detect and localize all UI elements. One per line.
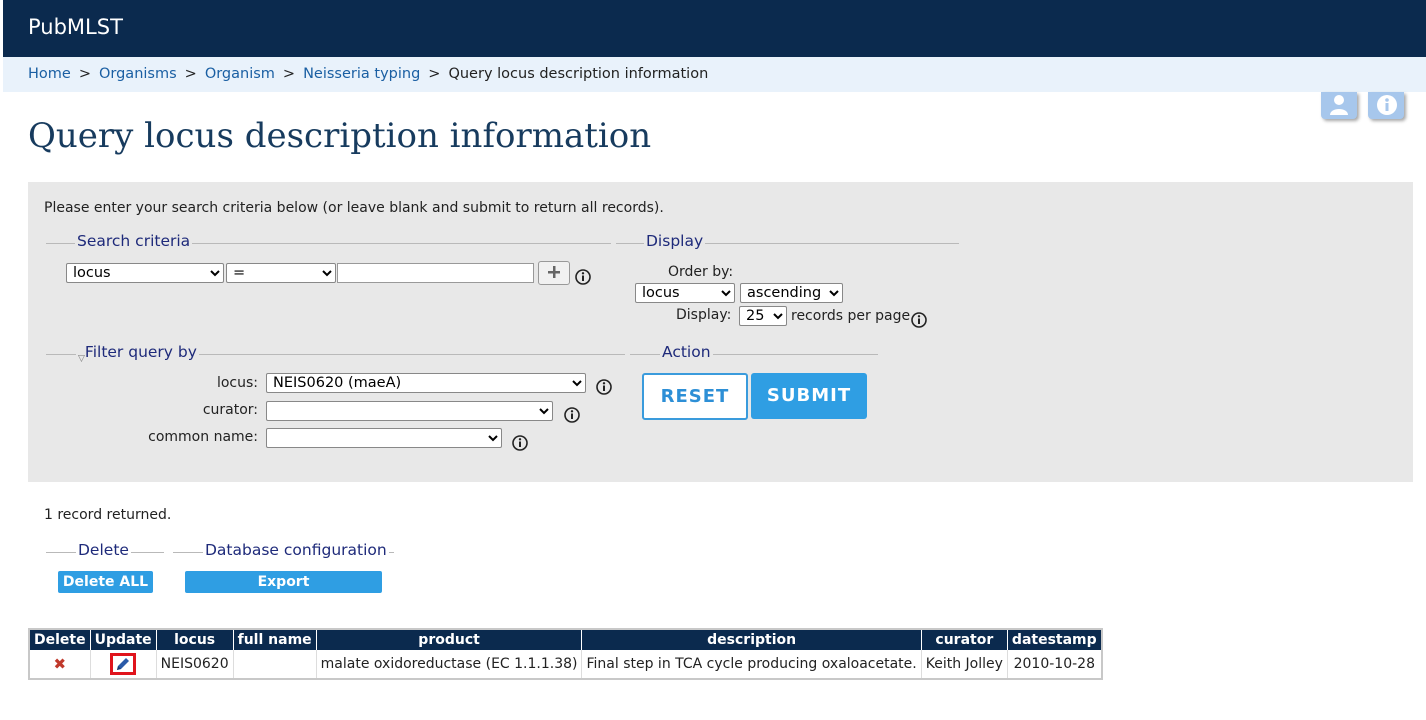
records-per-page-label: records per page [791, 308, 911, 324]
user-icon-button[interactable] [1321, 92, 1357, 119]
datestamp-cell: 2010-10-28 [1006, 650, 1102, 679]
delete-icon[interactable]: ✖ [54, 655, 67, 673]
filter-locus-select[interactable]: NEIS0620 (maeA) [266, 373, 586, 393]
order-by-label: Order by: [668, 264, 734, 280]
collapse-triangle-icon: ▽ [78, 354, 85, 364]
column-header-full-name[interactable]: full name [232, 629, 317, 650]
pencil-edit-icon [117, 658, 130, 670]
sort-direction-select[interactable]: ascending [740, 283, 843, 303]
breadcrumb-neisseria-typing[interactable]: Neisseria typing [303, 66, 420, 82]
dbconfig-section-legend: Database configuration [203, 541, 389, 559]
filter-common-name-select[interactable] [266, 428, 502, 448]
update-highlight-box[interactable] [110, 653, 137, 675]
curator-cell: Keith Jolley [920, 650, 1008, 679]
breadcrumb-separator: > [428, 66, 441, 82]
records-per-page-select[interactable]: 25 [739, 306, 787, 326]
reset-button[interactable]: RESET [642, 373, 748, 420]
filter-curator-select[interactable] [266, 401, 553, 421]
display-label: Display: [676, 307, 732, 323]
breadcrumb-separator: > [282, 66, 296, 82]
filter-common-name-info-icon[interactable] [512, 435, 528, 451]
column-header-datestamp[interactable]: datestamp [1006, 629, 1102, 650]
record-count-status: 1 record returned. [44, 507, 172, 523]
filter-locus-info-icon[interactable] [596, 379, 612, 395]
filter-locus-label: locus: [216, 375, 258, 391]
top-banner: PubMLST [3, 0, 1426, 57]
breadcrumb-organism[interactable]: Organism [205, 66, 275, 82]
column-header-product[interactable]: product [315, 629, 582, 650]
search-field-select[interactable]: locus [66, 263, 224, 283]
export-configuration-button[interactable]: Export configuration/data [185, 571, 382, 612]
submit-button[interactable]: SUBMIT [751, 373, 867, 419]
action-legend: Action [660, 343, 713, 361]
delete-all-button[interactable]: Delete ALL [58, 571, 153, 593]
column-header-curator[interactable]: curator [920, 629, 1008, 650]
info-icon [1377, 95, 1397, 115]
search-value-input[interactable] [337, 263, 534, 283]
product-cell: malate oxidoreductase (EC 1.1.1.38) [315, 650, 582, 679]
column-header-locus[interactable]: locus [155, 629, 234, 650]
delete-section-legend: Delete [76, 541, 131, 559]
table-header-row: Delete Update locus full name product de… [28, 629, 1102, 650]
site-brand[interactable]: PubMLST [28, 15, 123, 39]
search-criteria-legend: Search criteria [75, 232, 193, 250]
update-cell [89, 650, 157, 679]
column-header-description[interactable]: description [581, 629, 922, 650]
search-criteria-info-icon[interactable] [575, 269, 591, 285]
results-table: Delete Update locus full name product de… [28, 628, 1103, 680]
filter-legend-label: Filter query by [84, 343, 197, 361]
info-icon-button[interactable] [1368, 92, 1404, 119]
filter-curator-label: curator: [202, 402, 258, 418]
column-header-update[interactable]: Update [89, 629, 157, 650]
breadcrumb-organisms[interactable]: Organisms [99, 66, 177, 82]
breadcrumb-home[interactable]: Home [28, 66, 71, 82]
delete-cell: ✖ [28, 650, 91, 679]
page-title: Query locus description information [28, 116, 652, 156]
filter-common-name-label: common name: [148, 429, 258, 445]
order-by-select[interactable]: locus [635, 283, 735, 303]
add-criteria-button[interactable] [538, 261, 570, 285]
query-panel: Please enter your search criteria below … [28, 182, 1413, 482]
breadcrumb-separator: > [78, 66, 91, 82]
description-cell: Final step in TCA cycle producing oxaloa… [581, 650, 922, 679]
breadcrumb-current: Query locus description information [448, 66, 709, 82]
plus-icon [548, 266, 560, 278]
display-info-icon[interactable] [911, 312, 927, 328]
search-operator-select[interactable]: = [226, 263, 336, 283]
intro-text: Please enter your search criteria below … [44, 200, 664, 216]
full-name-cell [232, 650, 317, 679]
breadcrumb: Home > Organisms > Organism > Neisseria typing… [3, 57, 1426, 92]
column-header-delete[interactable]: Delete [28, 629, 91, 650]
display-legend: Display [644, 232, 706, 250]
locus-cell[interactable]: NEIS0620 [155, 650, 234, 679]
user-icon [1330, 95, 1348, 115]
filter-curator-info-icon[interactable] [564, 407, 580, 423]
breadcrumb-separator: > [184, 66, 197, 82]
filter-legend[interactable]: ▽Filter query by [76, 343, 199, 364]
table-row: ✖ NEIS0620 malate oxidoreductase (EC 1.1… [28, 650, 1102, 679]
